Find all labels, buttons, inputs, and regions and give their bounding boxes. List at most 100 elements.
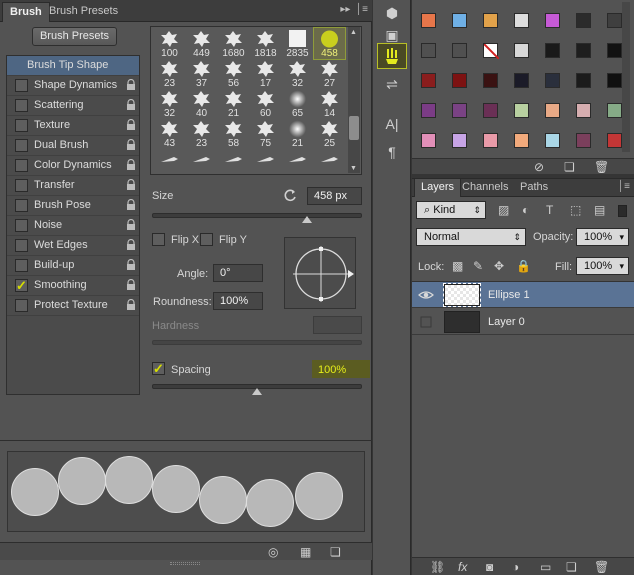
brush-setting-brush-tip-shape[interactable]: Brush Tip Shape <box>7 56 139 76</box>
brush-tip[interactable]: 58 <box>218 118 249 149</box>
color-swatch[interactable] <box>514 73 529 88</box>
layers-menu-icon[interactable]: │≡ <box>618 181 630 192</box>
lock-icon[interactable] <box>126 258 136 271</box>
brush-tip[interactable]: 100 <box>154 28 185 59</box>
brush-tip[interactable]: 75 <box>250 118 281 149</box>
brush-presets-button[interactable]: Brush Presets <box>32 27 117 46</box>
color-swatch[interactable] <box>545 133 560 148</box>
color-swatch[interactable] <box>452 13 467 28</box>
visibility-eye-icon[interactable] <box>418 287 434 303</box>
brush-tip[interactable]: 449 <box>186 28 217 59</box>
angle-roundness-widget[interactable] <box>284 237 356 309</box>
filter-toggle[interactable] <box>618 205 627 217</box>
flip-x-checkbox[interactable] <box>152 233 165 246</box>
brush-tip[interactable] <box>250 148 281 174</box>
lock-icon[interactable] <box>126 278 136 291</box>
color-swatch[interactable] <box>452 103 467 118</box>
brush-tip[interactable] <box>314 148 345 174</box>
color-swatch[interactable] <box>545 43 560 58</box>
color-swatch[interactable] <box>576 133 591 148</box>
brush-tip[interactable] <box>186 148 217 174</box>
lock-position-icon[interactable]: ✥ <box>494 259 504 273</box>
angle-field[interactable]: 0° <box>213 264 263 282</box>
setting-checkbox[interactable] <box>15 179 28 192</box>
new-layer-icon[interactable]: ❏ <box>566 560 577 574</box>
brush-tip[interactable]: 21 <box>282 118 313 149</box>
color-swatch[interactable] <box>421 133 436 148</box>
setting-checkbox[interactable] <box>15 99 28 112</box>
color-swatch[interactable] <box>514 43 529 58</box>
brush-tip[interactable]: 65 <box>282 88 313 119</box>
brush-tip[interactable]: 2835 <box>282 28 313 59</box>
lock-icon[interactable] <box>126 98 136 111</box>
size-field[interactable]: 458 px <box>307 187 362 205</box>
visibility-toggle[interactable] <box>418 314 434 330</box>
color-swatch[interactable] <box>607 13 622 28</box>
brush-tip[interactable]: 1680 <box>218 28 249 59</box>
tab-brush-presets[interactable]: Brush Presets <box>42 2 125 22</box>
setting-checkbox[interactable] <box>15 119 28 132</box>
new-swatch-icon[interactable]: ❏ <box>564 160 575 174</box>
color-swatch[interactable] <box>514 133 529 148</box>
filter-type-icon[interactable]: T <box>546 203 553 217</box>
trash-icon[interactable]: 🗑 <box>594 160 609 174</box>
spacing-slider-thumb[interactable] <box>252 388 262 395</box>
3d-cube-icon[interactable]: ⬢ <box>378 1 406 25</box>
lock-icon[interactable] <box>126 118 136 131</box>
color-swatch[interactable] <box>483 103 498 118</box>
color-swatch[interactable] <box>607 43 622 58</box>
layer-row[interactable]: Layer 0 <box>412 309 634 335</box>
color-swatch[interactable] <box>483 13 498 28</box>
color-swatch[interactable] <box>421 13 436 28</box>
filter-smartobject-icon[interactable]: ▤ <box>594 203 605 217</box>
new-group-icon[interactable]: ▭ <box>540 560 551 574</box>
toggle-bristle-preview-icon[interactable]: ◎ <box>268 545 278 559</box>
brush-tip[interactable]: 60 <box>250 88 281 119</box>
setting-checkbox[interactable] <box>15 259 28 272</box>
adjustment-layer-icon[interactable]: ◑ <box>512 560 519 574</box>
panel-menu-icon[interactable]: ▸▸ │≡ <box>340 4 368 15</box>
trash-icon[interactable]: 🗑 <box>594 560 609 574</box>
color-swatch[interactable] <box>514 13 529 28</box>
color-swatch[interactable] <box>545 73 560 88</box>
roundness-field[interactable]: 100% <box>213 292 263 310</box>
color-swatch[interactable] <box>545 13 560 28</box>
scroll-down-icon[interactable]: ▼ <box>350 165 357 172</box>
filter-kind-dropdown[interactable]: ⌕ Kind ⇕ <box>416 201 486 219</box>
brush-tip[interactable]: 21 <box>218 88 249 119</box>
brush-tip[interactable]: 25 <box>314 118 345 149</box>
color-swatch[interactable] <box>576 103 591 118</box>
brush-presets-panel-icon[interactable]: ⇌ <box>378 72 406 96</box>
setting-checkbox[interactable] <box>15 159 28 172</box>
brush-setting-brush-pose[interactable]: Brush Pose <box>7 196 139 216</box>
brush-tip[interactable]: 40 <box>186 88 217 119</box>
tab-channels[interactable]: Channels <box>456 179 514 197</box>
brush-tip[interactable]: 23 <box>186 118 217 149</box>
brush-tip[interactable]: 56 <box>218 58 249 89</box>
layer-row[interactable]: Ellipse 1 <box>412 282 634 308</box>
brush-panel-icon[interactable] <box>377 43 407 69</box>
lock-pixels-icon[interactable]: ✎ <box>473 259 483 273</box>
brush-setting-scattering[interactable]: Scattering <box>7 96 139 116</box>
lock-icon[interactable] <box>126 218 136 231</box>
lock-icon[interactable] <box>126 238 136 251</box>
brush-setting-wet-edges[interactable]: Wet Edges <box>7 236 139 256</box>
color-swatch[interactable] <box>607 73 622 88</box>
setting-checkbox[interactable] <box>15 299 28 312</box>
flip-y-checkbox[interactable] <box>200 233 213 246</box>
tab-paths[interactable]: Paths <box>514 179 554 197</box>
character-icon[interactable]: A| <box>378 112 406 136</box>
color-swatch[interactable] <box>421 43 436 58</box>
color-swatch[interactable] <box>452 73 467 88</box>
lock-icon[interactable] <box>126 178 136 191</box>
layer-name[interactable]: Ellipse 1 <box>488 289 530 301</box>
setting-checkbox[interactable] <box>15 219 28 232</box>
lock-all-icon[interactable]: 🔒 <box>516 259 531 273</box>
tab-layers[interactable]: Layers <box>414 179 462 197</box>
filter-pixel-icon[interactable]: ▨ <box>498 203 509 217</box>
brush-tip[interactable]: 1818 <box>250 28 281 59</box>
swatches-scrollbar[interactable] <box>622 2 630 152</box>
new-brush-icon[interactable]: ❏ <box>330 545 341 559</box>
color-swatch[interactable] <box>483 73 498 88</box>
size-slider-track[interactable] <box>152 213 362 218</box>
